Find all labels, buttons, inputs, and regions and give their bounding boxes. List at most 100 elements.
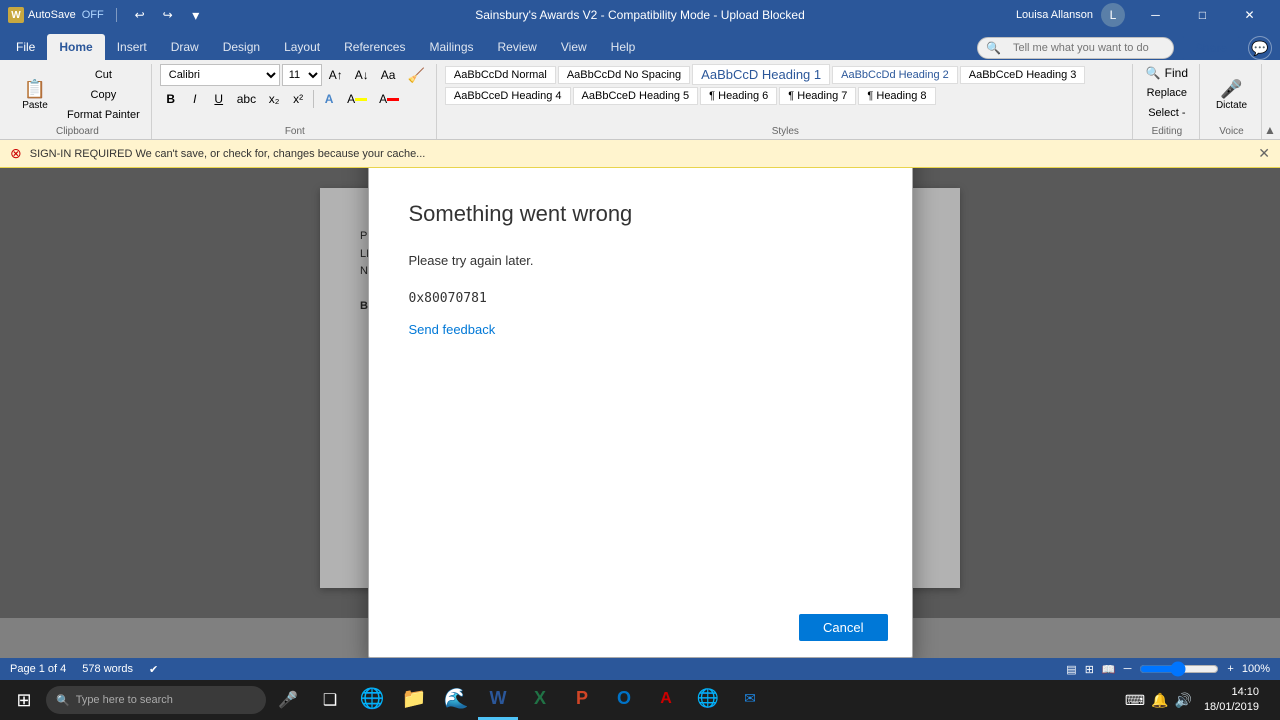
font-row2: B I U abc x₂ x² A A A	[160, 88, 404, 110]
clear-format-button[interactable]: 🧹	[402, 64, 429, 86]
mail-button[interactable]: ✉	[730, 680, 770, 720]
acrobat-button[interactable]: A	[646, 680, 686, 720]
italic-button[interactable]: I	[184, 88, 206, 110]
style-heading4[interactable]: AaBbCceD Heading 4	[445, 87, 571, 105]
ribbon-collapse-button[interactable]: ▲	[1264, 64, 1276, 139]
cut-button[interactable]: Cut	[62, 66, 145, 84]
format-painter-button[interactable]: Format Painter	[62, 106, 145, 124]
modal-title: Something went wrong	[409, 201, 872, 227]
proofing-icon: ✔	[149, 663, 158, 676]
text-effects-button[interactable]: A	[318, 88, 340, 110]
dictate-button[interactable]: 🎤 Dictate	[1211, 68, 1252, 122]
taskbar: ⊞ 🔍 Type here to search 🎤 ❑ 🌐 📁 🌊 W X P …	[0, 680, 1280, 720]
view-web-button[interactable]: ⊞	[1085, 663, 1094, 676]
edge2-button[interactable]: 🌊	[436, 680, 476, 720]
send-feedback-link[interactable]: Send feedback	[409, 322, 872, 337]
ribbon-group-font: Calibri 11 A↑ A↓ Aa 🧹 B I U abc x₂ x	[154, 64, 437, 139]
tab-insert[interactable]: Insert	[105, 34, 159, 60]
style-no-spacing[interactable]: AaBbCcDd No Spacing	[558, 66, 690, 84]
tab-review[interactable]: Review	[486, 34, 549, 60]
superscript-button[interactable]: x²	[287, 88, 309, 110]
cortana-button[interactable]: 🎤	[268, 680, 308, 720]
tab-help[interactable]: Help	[599, 34, 648, 60]
tab-design[interactable]: Design	[211, 34, 272, 60]
select-button[interactable]: Select -	[1143, 104, 1190, 122]
style-heading3[interactable]: AaBbCceD Heading 3	[960, 66, 1086, 84]
maximize-button[interactable]: □	[1180, 0, 1225, 30]
style-normal[interactable]: AaBbCcDd Normal	[445, 66, 556, 84]
paste-icon: 📋	[24, 80, 46, 98]
zoom-out-icon[interactable]: ─	[1124, 663, 1132, 675]
autosave-area: W AutoSave OFF	[8, 7, 104, 23]
notification-icon[interactable]: 🔔	[1151, 692, 1168, 709]
subscript-button[interactable]: x₂	[263, 88, 285, 110]
underline-button[interactable]: U	[208, 88, 230, 110]
tab-draw[interactable]: Draw	[159, 34, 211, 60]
bold-button[interactable]: B	[160, 88, 182, 110]
tell-me-input[interactable]	[1005, 36, 1165, 60]
powerpoint-button[interactable]: P	[562, 680, 602, 720]
style-heading8[interactable]: ¶ Heading 8	[858, 87, 935, 105]
edge-button[interactable]: 🌐	[352, 680, 392, 720]
view-normal-button[interactable]: ▤	[1066, 663, 1076, 676]
file-explorer-button[interactable]: 📁	[394, 680, 434, 720]
change-case-button[interactable]: Aa	[376, 64, 401, 86]
copy-button[interactable]: Copy	[62, 86, 145, 104]
clipboard-label: Clipboard	[56, 126, 99, 139]
find-button[interactable]: 🔍 Find	[1141, 64, 1193, 82]
avatar[interactable]: L	[1101, 3, 1125, 27]
style-heading7[interactable]: ¶ Heading 7	[779, 87, 856, 105]
style-heading5[interactable]: AaBbCceD Heading 5	[573, 87, 699, 105]
minimize-button[interactable]: ─	[1133, 0, 1178, 30]
search-placeholder: Type here to search	[76, 694, 173, 706]
ribbon-right: 🔍 Share 💬	[977, 36, 1280, 60]
customize-qat-button[interactable]: ▾	[185, 4, 207, 26]
replace-button[interactable]: Replace	[1142, 84, 1192, 102]
style-heading1[interactable]: AaBbCcD Heading 1	[692, 64, 830, 85]
excel-button[interactable]: X	[520, 680, 560, 720]
tab-mailings[interactable]: Mailings	[417, 34, 485, 60]
title-bar-right: Louisa Allanson L ─ □ ✕	[1016, 0, 1272, 30]
view-read-button[interactable]: 📖	[1102, 663, 1116, 676]
ribbon-content: 📋 Paste Cut Copy Format Painter Clipboar…	[0, 60, 1280, 140]
font-color-icon: A	[379, 92, 387, 106]
zoom-in-icon[interactable]: +	[1227, 663, 1233, 675]
font-separator	[313, 90, 314, 108]
undo-button[interactable]: ↩	[129, 4, 151, 26]
decrease-font-button[interactable]: A↓	[350, 64, 374, 86]
text-highlight-button[interactable]: A	[342, 88, 372, 110]
word-button[interactable]: W	[478, 680, 518, 720]
volume-icon[interactable]: 🔊	[1175, 692, 1192, 709]
cancel-button[interactable]: Cancel	[799, 614, 887, 641]
styles-label: Styles	[772, 126, 799, 139]
search-box[interactable]: 🔍 Type here to search	[46, 686, 266, 714]
paste-button[interactable]: 📋 Paste	[10, 68, 60, 122]
tab-file[interactable]: File	[4, 34, 47, 60]
redo-button[interactable]: ↪	[157, 4, 179, 26]
tab-view[interactable]: View	[549, 34, 599, 60]
style-heading6[interactable]: ¶ Heading 6	[700, 87, 777, 105]
signin-close-button[interactable]: ✕	[1258, 145, 1270, 162]
find-label: Find	[1165, 66, 1188, 80]
strikethrough-button[interactable]: abc	[232, 88, 261, 110]
start-button[interactable]: ⊞	[4, 680, 44, 720]
keyboard-icon[interactable]: ⌨	[1125, 692, 1145, 709]
tab-references[interactable]: References	[332, 34, 417, 60]
zoom-level: 100%	[1242, 663, 1270, 675]
zoom-slider[interactable]	[1139, 661, 1219, 677]
task-view-button[interactable]: ❑	[310, 680, 350, 720]
comments-button[interactable]: 💬	[1248, 36, 1272, 60]
style-heading2[interactable]: AaBbCcDd Heading 2	[832, 66, 958, 84]
share-button[interactable]: Share	[1182, 36, 1240, 60]
font-color-button[interactable]: A	[374, 88, 404, 110]
font-name-select[interactable]: Calibri	[160, 64, 280, 86]
chrome-button[interactable]: 🌐	[688, 680, 728, 720]
close-button[interactable]: ✕	[1227, 0, 1272, 30]
find-icon: 🔍	[1146, 66, 1161, 80]
increase-font-button[interactable]: A↑	[324, 64, 348, 86]
tab-layout[interactable]: Layout	[272, 34, 332, 60]
tab-home[interactable]: Home	[47, 34, 104, 60]
font-size-select[interactable]: 11	[282, 64, 322, 86]
outlook-button[interactable]: O	[604, 680, 644, 720]
tell-me-container[interactable]: 🔍	[977, 37, 1174, 59]
